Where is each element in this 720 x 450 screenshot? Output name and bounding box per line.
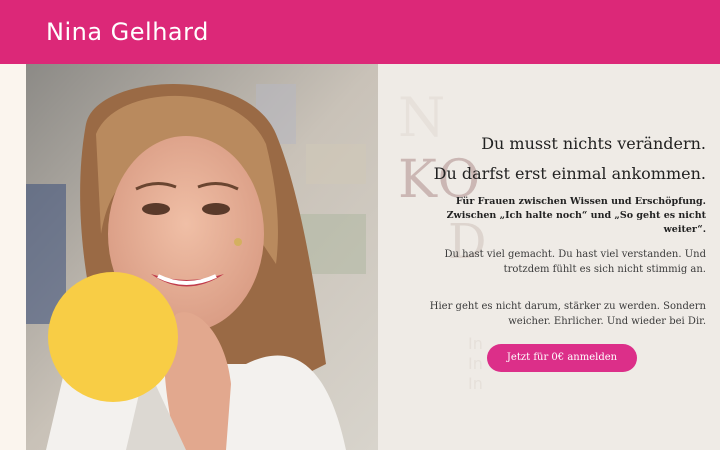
yellow-accent-circle [48,272,178,402]
headline-line-2: Du darfst erst einmal ankommen. [433,164,706,183]
background-text-decoration: In [468,374,483,393]
brand-name[interactable]: Nina Gelhard [46,16,209,48]
background-text-decoration: In [468,354,483,373]
background-letter-decoration: N [398,86,446,149]
intro-paragraph: Du hast viel gemacht. Du hast viel verst… [444,249,707,275]
signup-button[interactable]: Jetzt für 0€ anmelden [487,344,637,372]
background-text-decoration: In [468,334,483,353]
headline-line-1: Du musst nichts verändern. [481,134,706,153]
site-header: Nina Gelhard [0,0,720,64]
promise-paragraph: Hier geht es nicht darum, stärker zu wer… [429,301,706,327]
target-audience-text: Für Frauen zwischen Wissen und Erschöpfu… [446,196,706,235]
